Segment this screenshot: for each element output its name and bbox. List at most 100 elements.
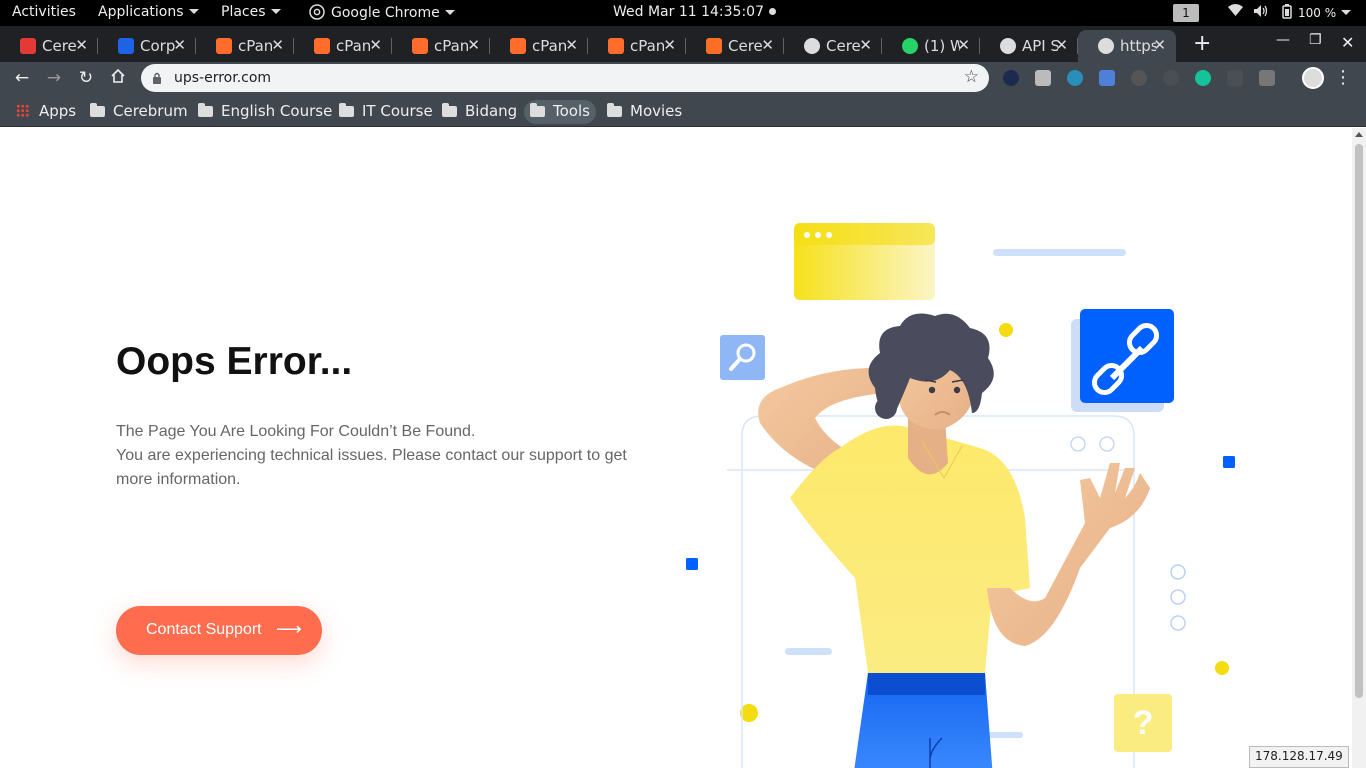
browser-tab[interactable]: cPan ✕	[490, 30, 588, 62]
tab-title: cPan	[336, 37, 372, 55]
extension-icon[interactable]	[1163, 70, 1179, 86]
gitlab-icon	[706, 38, 722, 54]
clock[interactable]: Wed Mar 11 14:35:07	[613, 4, 776, 20]
close-tab-icon[interactable]: ✕	[859, 36, 872, 54]
tab-title: Cere	[826, 37, 861, 55]
bookmark-folder-tools[interactable]: Tools	[524, 100, 596, 124]
system-top-bar: Activities Applications Places Google Ch…	[0, 0, 1366, 26]
folder-icon	[198, 103, 213, 117]
globe-icon	[1098, 38, 1114, 54]
decor-square	[686, 558, 698, 570]
applications-menu[interactable]: Applications	[98, 4, 199, 20]
link-icon	[1071, 309, 1174, 412]
browser-tab[interactable]: Cere ✕	[686, 30, 784, 62]
app-menu[interactable]: Google Chrome	[309, 4, 455, 21]
error-message-line-1: The Page You Are Looking For Couldn’t Be…	[116, 423, 476, 440]
close-tab-icon[interactable]: ✕	[761, 36, 774, 54]
close-tab-icon[interactable]: ✕	[467, 36, 480, 54]
search-icon	[720, 335, 765, 380]
svg-text:?: ?	[1133, 704, 1154, 742]
bookmark-apps[interactable]: Apps	[10, 100, 82, 124]
folder-icon	[90, 103, 105, 117]
places-menu[interactable]: Places	[221, 4, 281, 20]
whatsapp-icon	[902, 38, 918, 54]
chevron-down-icon	[444, 10, 455, 15]
profile-avatar[interactable]	[1302, 67, 1324, 89]
maximize-button[interactable]: ❐	[1309, 32, 1322, 48]
bookmark-folder-english-course[interactable]: English Course	[192, 100, 338, 124]
page-content: Oops Error... The Page You Are Looking F…	[0, 128, 1352, 768]
reload-button[interactable]: ↻	[76, 68, 96, 88]
apps-grid-icon	[16, 104, 29, 117]
extension-icon[interactable]	[1259, 70, 1275, 86]
bookmark-label: IT Course	[362, 102, 433, 120]
battery-status[interactable]: 100 %	[1282, 4, 1352, 21]
grammarly-extension-icon[interactable]	[1195, 70, 1211, 86]
bookmark-label: Cerebrum	[113, 102, 188, 120]
back-button[interactable]: ←	[12, 68, 32, 88]
error-message: The Page You Are Looking For Couldn’t Be…	[116, 420, 656, 492]
tab-title: Cere	[728, 37, 763, 55]
page-scrollbar[interactable]	[1352, 128, 1366, 768]
browser-tab[interactable]: cPan ✕	[588, 30, 686, 62]
folder-icon	[442, 103, 457, 117]
close-tab-icon[interactable]: ✕	[1055, 36, 1068, 54]
close-tab-icon[interactable]: ✕	[271, 36, 284, 54]
close-tab-icon[interactable]: ✕	[663, 36, 676, 54]
browser-tab[interactable]: Corp ✕	[98, 30, 196, 62]
tab-title: (1) W	[924, 37, 960, 55]
browser-tab[interactable]: Cere ✕	[0, 30, 98, 62]
bookmark-label: Movies	[630, 102, 683, 120]
browser-tab[interactable]: https ✕	[1078, 30, 1176, 62]
minimize-button[interactable]: —	[1276, 32, 1290, 48]
close-window-button[interactable]: ✕	[1341, 33, 1354, 52]
browser-tab[interactable]: cPan ✕	[196, 30, 294, 62]
app-name-label: Google Chrome	[331, 5, 440, 21]
forward-button[interactable]: →	[44, 68, 64, 88]
contact-support-button[interactable]: Contact Support ⟶	[116, 606, 322, 655]
activities-button[interactable]: Activities	[12, 4, 76, 20]
browser-tab[interactable]: API S ✕	[980, 30, 1078, 62]
browser-tab[interactable]: cPan ✕	[294, 30, 392, 62]
scrollbar-thumb[interactable]	[1355, 144, 1363, 698]
chat-extension-icon[interactable]	[1035, 70, 1051, 86]
bookmark-star-icon[interactable]: ☆	[964, 67, 979, 87]
browser-tab[interactable]: (1) W ✕	[882, 30, 980, 62]
home-icon	[111, 68, 125, 83]
browser-tab[interactable]: Cere ✕	[784, 30, 882, 62]
tab-title: cPan	[630, 37, 666, 55]
close-tab-icon[interactable]: ✕	[1153, 36, 1166, 54]
new-tab-button[interactable]: +	[1193, 31, 1211, 56]
bookmark-folder-bidang[interactable]: Bidang	[436, 100, 523, 124]
ip-extension-icon[interactable]	[1003, 70, 1019, 86]
bookmark-folder-movies[interactable]: Movies	[601, 100, 688, 124]
address-bar[interactable]: ups-error.com ☆	[141, 64, 989, 92]
scroll-up-icon[interactable]	[1355, 132, 1363, 137]
chevron-down-icon	[188, 9, 199, 14]
globe-icon	[1000, 38, 1016, 54]
bookmark-label: English Course	[221, 102, 333, 120]
close-tab-icon[interactable]: ✕	[75, 36, 88, 54]
browser-tab[interactable]: cPan ✕	[392, 30, 490, 62]
chevron-down-icon	[1341, 10, 1352, 15]
react-extension-icon[interactable]	[1067, 70, 1083, 86]
close-tab-icon[interactable]: ✕	[957, 36, 970, 54]
cpanel-icon	[412, 38, 428, 54]
browser-window-graphic	[794, 223, 935, 300]
bookmark-folder-cerebrum[interactable]: Cerebrum	[84, 100, 194, 124]
url-text: ups-error.com	[174, 70, 272, 86]
chevron-down-icon	[270, 9, 281, 14]
close-tab-icon[interactable]: ✕	[173, 36, 186, 54]
home-button[interactable]	[108, 68, 128, 88]
close-tab-icon[interactable]: ✕	[565, 36, 578, 54]
wordpress-extension-icon[interactable]	[1131, 70, 1147, 86]
bookmark-folder-it-course[interactable]: IT Course	[333, 100, 439, 124]
json-extension-icon[interactable]	[1227, 70, 1243, 86]
chrome-menu-icon[interactable]: ⋮	[1333, 68, 1353, 88]
translate-extension-icon[interactable]	[1099, 70, 1115, 86]
bookmarks-bar: Apps Cerebrum English Course IT Course B…	[0, 94, 1366, 127]
workspace-indicator[interactable]: 1	[1173, 4, 1199, 22]
corp-icon	[118, 38, 134, 54]
decor-line	[993, 249, 1126, 256]
close-tab-icon[interactable]: ✕	[369, 36, 382, 54]
